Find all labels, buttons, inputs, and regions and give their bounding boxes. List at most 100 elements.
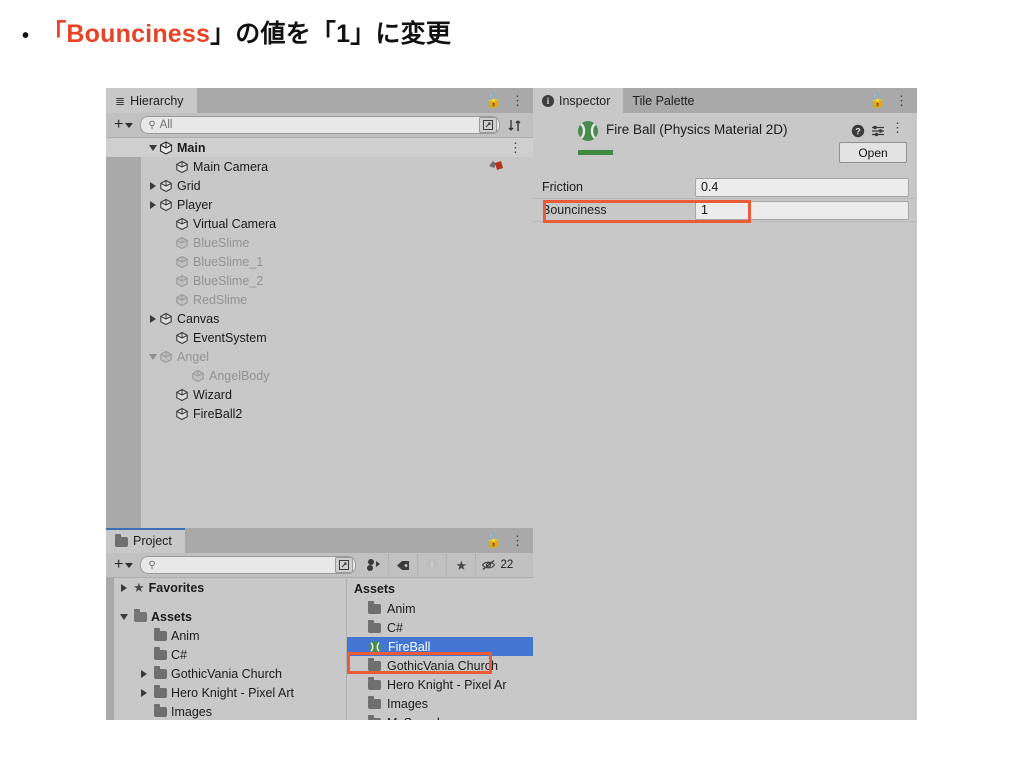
- preset-icon[interactable]: [871, 124, 885, 141]
- inspector-panel: i Inspector Tile Palette 🔓 ⋮ Fire Ball (…: [533, 88, 917, 720]
- asset-item-fireball[interactable]: FireBall: [347, 637, 533, 656]
- hierarchy-item-canvas[interactable]: Canvas: [106, 309, 533, 328]
- star-icon[interactable]: ★: [447, 554, 477, 576]
- gameobject-cube-icon: [159, 198, 173, 212]
- inspector-header-kebab-icon[interactable]: ⋮: [891, 121, 904, 134]
- hierarchy-sort-button[interactable]: [504, 116, 526, 134]
- gameobject-cube-icon: [175, 236, 189, 250]
- hierarchy-items-container: Main Camera Grid Player Virtual Camera BlueS…: [106, 157, 533, 423]
- folder-icon: [154, 684, 167, 698]
- label-filter-icon[interactable]: [389, 554, 419, 576]
- hierarchy-item-blueslime-1[interactable]: BlueSlime_1: [106, 252, 533, 271]
- twisty-down-icon[interactable]: [118, 613, 130, 620]
- project-tree-gutter: [106, 578, 114, 720]
- inspector-lock-open-icon[interactable]: 🔓: [870, 93, 886, 109]
- hierarchy-scene-label: Main: [177, 140, 206, 155]
- asset-item-hero-knight-pixel-ar[interactable]: Hero Knight - Pixel Ar: [347, 675, 533, 694]
- project-search-input[interactable]: ⚲: [140, 556, 357, 574]
- project-lock-open-icon[interactable]: 🔓: [486, 533, 502, 549]
- asset-item-label: MySounds: [387, 716, 446, 721]
- project-add-button[interactable]: +: [111, 556, 136, 574]
- hierarchy-list[interactable]: Main ⋮ Main Camera Grid Player Virtual Came…: [106, 138, 533, 528]
- project-save-search-icon[interactable]: [335, 557, 354, 573]
- tab-tile-palette[interactable]: Tile Palette: [623, 88, 708, 113]
- search-icon: ⚲: [148, 119, 156, 131]
- hierarchy-item-label: BlueSlime_2: [193, 273, 264, 288]
- hierarchy-item-eventsystem[interactable]: EventSystem: [106, 328, 533, 347]
- hierarchy-item-main-camera[interactable]: Main Camera: [106, 157, 533, 176]
- hierarchy-item-label: BlueSlime_1: [193, 254, 264, 269]
- asset-item-images[interactable]: Images: [347, 694, 533, 713]
- hierarchy-item-angelbody[interactable]: AngelBody: [106, 366, 533, 385]
- folder-icon: [368, 714, 381, 720]
- gameobject-cube-icon: [175, 274, 189, 288]
- twisty-right-icon[interactable]: [147, 181, 159, 190]
- asset-item-anim[interactable]: Anim: [347, 599, 533, 618]
- project-kebab-menu-icon[interactable]: ⋮: [511, 534, 524, 547]
- gameobject-cube-icon: [159, 312, 173, 326]
- twisty-right-icon[interactable]: [138, 669, 150, 678]
- project-tree-item-assets[interactable]: Assets: [106, 607, 346, 626]
- svg-text:?: ?: [855, 127, 861, 137]
- project-tree-pane[interactable]: ★ Favorites Assets Anim C# GothicVania Church…: [106, 578, 347, 720]
- tab-project[interactable]: Project: [106, 528, 185, 553]
- inspector-tabstrip: i Inspector Tile Palette 🔓 ⋮: [533, 88, 917, 113]
- hierarchy-item-player[interactable]: Player: [106, 195, 533, 214]
- tab-hierarchy-label: Hierarchy: [130, 93, 184, 108]
- tab-inspector[interactable]: i Inspector: [533, 88, 624, 113]
- twisty-down-icon[interactable]: [147, 353, 159, 360]
- twisty-right-icon[interactable]: [118, 583, 130, 592]
- warning-filter-icon[interactable]: [418, 554, 448, 576]
- project-tree-item-anim[interactable]: Anim: [106, 626, 346, 645]
- hierarchy-item-angel[interactable]: Angel: [106, 347, 533, 366]
- twisty-right-icon[interactable]: [147, 200, 159, 209]
- property-label-bounciness: Bounciness: [542, 203, 607, 217]
- asset-item-mysounds[interactable]: MySounds: [347, 713, 533, 720]
- project-tree-item-images[interactable]: Images: [106, 702, 346, 720]
- info-icon: i: [542, 94, 554, 107]
- hierarchy-item-blueslime-2[interactable]: BlueSlime_2: [106, 271, 533, 290]
- hierarchy-item-virtual-camera[interactable]: Virtual Camera: [106, 214, 533, 233]
- hierarchy-item-redslime[interactable]: RedSlime: [106, 290, 533, 309]
- type-filter-icon[interactable]: [360, 554, 390, 576]
- unity-editor-window: ≣ Hierarchy 🔓 ⋮ + ⚲ All Main ⋮ Main Came…: [106, 88, 917, 720]
- asset-item-c-[interactable]: C#: [347, 618, 533, 637]
- project-tree-item-hero-knight-pixel-art[interactable]: Hero Knight - Pixel Art: [106, 683, 346, 702]
- hierarchy-item-grid[interactable]: Grid: [106, 176, 533, 195]
- project-tree-item-favorites[interactable]: ★ Favorites: [106, 578, 346, 597]
- hidden-assets-counter[interactable]: 22: [476, 554, 518, 576]
- hierarchy-item-fireball2[interactable]: FireBall2: [106, 404, 533, 423]
- tab-hierarchy[interactable]: ≣ Hierarchy: [106, 88, 197, 113]
- inspector-kebab-menu-icon[interactable]: ⋮: [895, 94, 908, 107]
- help-icon[interactable]: ?: [851, 124, 865, 141]
- assets-pane[interactable]: Assets Anim C# FireBall GothicVania Church H…: [347, 578, 533, 720]
- project-tree-item-c-[interactable]: C#: [106, 645, 346, 664]
- hierarchy-item-label: FireBall2: [193, 406, 243, 421]
- hierarchy-list-icon: ≣: [115, 93, 126, 108]
- asset-item-gothicvania-church[interactable]: GothicVania Church: [347, 656, 533, 675]
- project-tree-item-label: GothicVania Church: [171, 666, 282, 681]
- hierarchy-add-button[interactable]: +: [111, 116, 136, 134]
- hierarchy-search-input[interactable]: ⚲ All: [140, 116, 500, 134]
- property-input-friction[interactable]: 0.4: [695, 177, 909, 197]
- hierarchy-item-blueslime[interactable]: BlueSlime: [106, 233, 533, 252]
- open-button[interactable]: Open: [839, 142, 907, 163]
- hierarchy-item-label: Virtual Camera: [193, 216, 277, 231]
- hierarchy-scene-row[interactable]: Main ⋮: [106, 138, 533, 157]
- lock-open-icon[interactable]: 🔓: [486, 93, 502, 109]
- project-tree-item-gothicvania-church[interactable]: GothicVania Church: [106, 664, 346, 683]
- hierarchy-item-wizard[interactable]: Wizard: [106, 385, 533, 404]
- gameobject-cube-icon: [175, 255, 189, 269]
- scene-twisty-icon[interactable]: [147, 144, 159, 151]
- scene-kebab-menu-icon[interactable]: ⋮: [509, 141, 522, 154]
- project-chevron-down-icon: [125, 562, 134, 568]
- star-icon: ★: [133, 580, 145, 595]
- gameobject-cube-icon: [175, 293, 189, 307]
- twisty-right-icon[interactable]: [147, 314, 159, 323]
- project-tree-item-label: C#: [171, 647, 187, 662]
- save-search-icon[interactable]: [479, 117, 497, 133]
- property-input-bounciness[interactable]: 1: [695, 200, 909, 220]
- twisty-right-icon[interactable]: [138, 688, 150, 697]
- kebab-menu-icon[interactable]: ⋮: [511, 94, 524, 107]
- title-highlight-term: Bounciness: [66, 20, 211, 48]
